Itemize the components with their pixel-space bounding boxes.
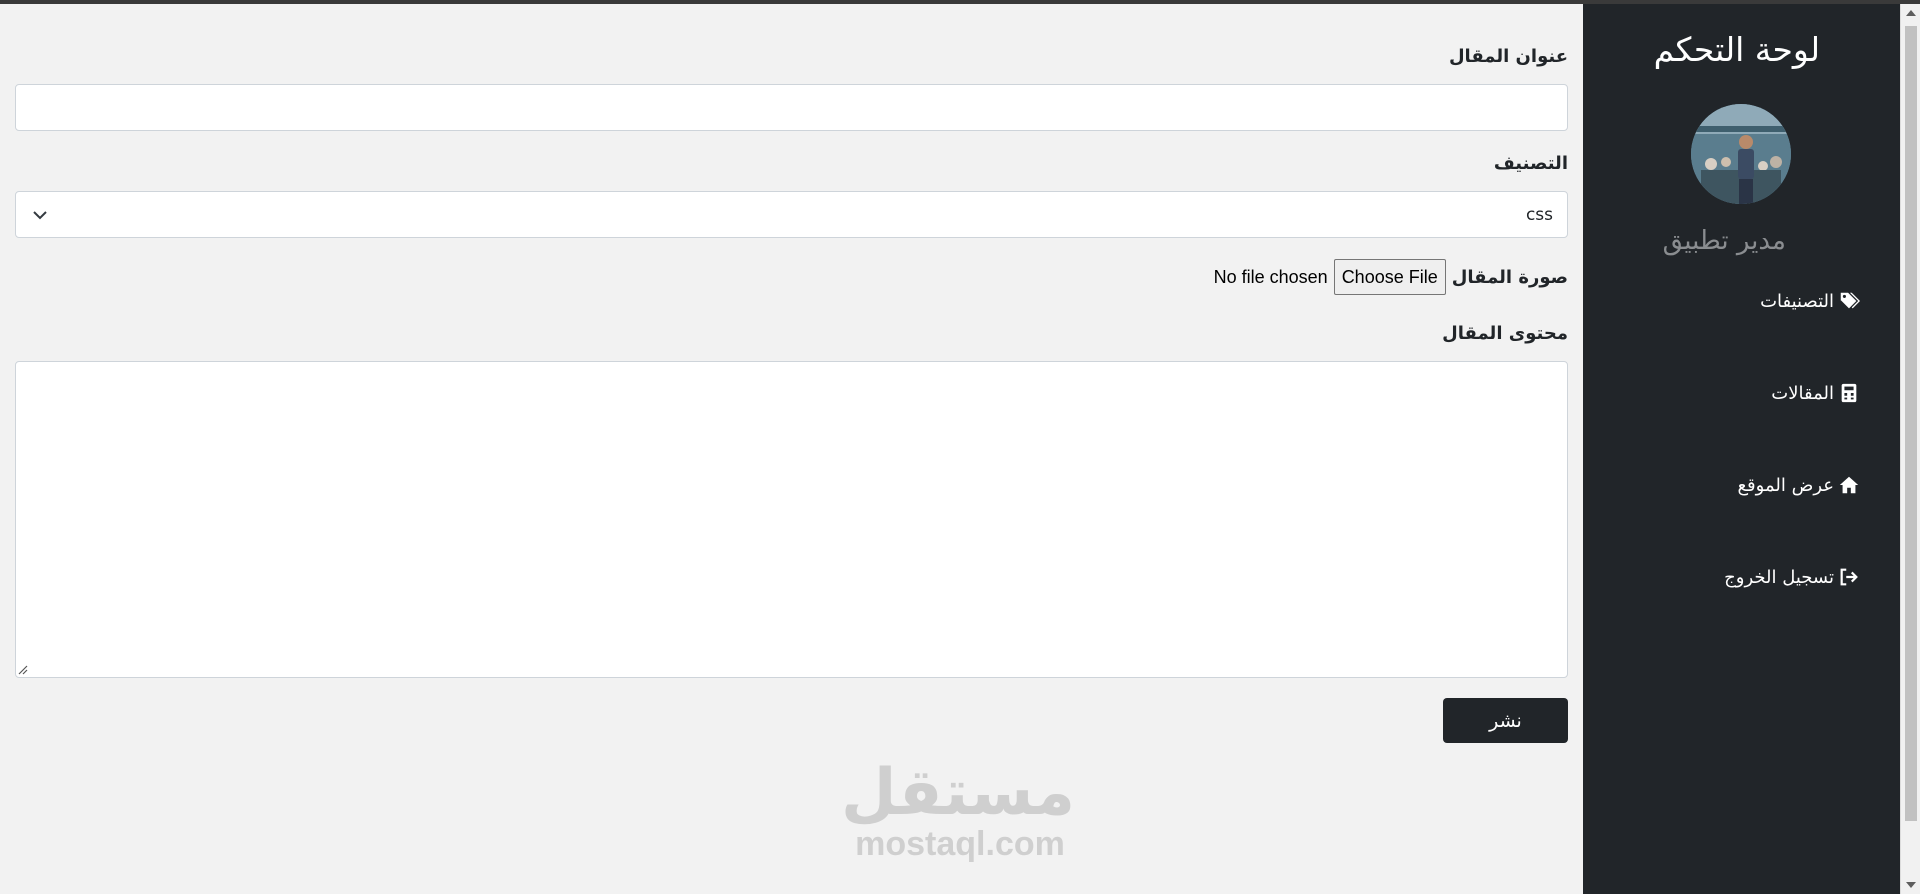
sidebar: لوحة التحكم مدير تطبيق التصنيفات المقالا… [1583,4,1900,894]
content-label: محتوى المقال [1442,323,1568,344]
tags-icon [1840,292,1860,309]
sidebar-item-label: المقالات [1771,382,1834,404]
category-select[interactable]: css [15,191,1568,238]
image-upload-row: صورة المقال Choose File No file chosen [1214,258,1568,296]
content-textarea[interactable] [15,361,1568,678]
scrollbar-thumb[interactable] [1905,26,1917,821]
scroll-down-icon[interactable] [1906,882,1916,888]
resize-grip-icon[interactable] [18,665,28,675]
watermark-latin: mostaql.com [855,825,1065,863]
file-status: No file chosen [1213,266,1328,287]
category-label: التصنيف [1493,153,1568,174]
sidebar-item-logout[interactable]: تسجيل الخروج [1724,562,1860,592]
watermark: مستقل mostaql.com [840,756,1075,863]
user-name: مدير تطبيق [1662,226,1786,256]
calculator-icon [1841,383,1857,403]
avatar [1691,104,1791,204]
chevron-down-icon [33,210,47,219]
dashboard-title: لوحة التحكم [1653,30,1820,69]
scroll-up-icon[interactable] [1906,10,1916,16]
sidebar-item-categories[interactable]: التصنيفات [1760,286,1860,316]
sidebar-item-label: عرض الموقع [1737,474,1834,496]
home-icon [1839,476,1859,494]
publish-button[interactable]: نشر [1443,698,1568,743]
sidebar-item-label: تسجيل الخروج [1724,566,1834,588]
choose-file-button[interactable]: Choose File [1333,259,1446,295]
watermark-arabic: مستقل [840,756,1075,830]
image-label: صورة المقال [1451,266,1568,288]
sidebar-item-label: التصنيفات [1760,290,1834,312]
sidebar-item-articles[interactable]: المقالات [1771,378,1860,408]
title-label: عنوان المقال [1448,46,1568,67]
sidebar-item-view-site[interactable]: عرض الموقع [1737,470,1860,500]
title-input[interactable] [15,84,1568,131]
logout-icon [1840,568,1858,586]
page-scrollbar[interactable] [1900,4,1920,894]
category-selected-value: css [1525,204,1553,225]
